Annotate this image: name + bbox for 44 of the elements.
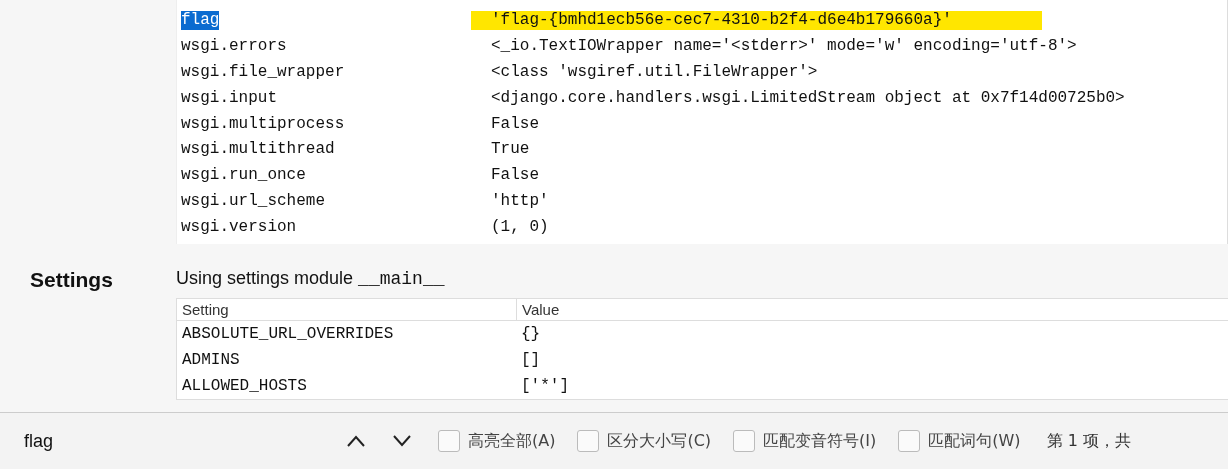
meta-key: wsgi.file_wrapper <box>181 63 345 82</box>
section-heading: Settings <box>29 268 114 294</box>
column-header: Setting <box>181 300 230 321</box>
match-count: 第 1 项，共 <box>1046 430 1131 452</box>
meta-key: wsgi.url_scheme <box>181 191 326 211</box>
chevron-down-icon <box>392 435 412 447</box>
checkbox[interactable] <box>733 430 756 452</box>
checkbox[interactable] <box>577 430 600 452</box>
meta-key: wsgi.multiprocess <box>181 114 345 134</box>
meta-key: flag <box>181 11 220 31</box>
meta-value: 'http' <box>491 191 549 211</box>
meta-value: (1, 0) <box>491 217 549 237</box>
meta-value: <_io.TextIOWrapper name='<stderr>' mode='w' encoding='utf-8'> <box>491 37 1077 57</box>
find-option[interactable]: 区分大小写(C) <box>577 430 712 452</box>
meta-value: 'flag-{bmhd1ecb56e-cec7-4310-b2f4-d6e4b179660a}' <box>471 11 1042 31</box>
meta-key: wsgi.errors <box>181 37 287 57</box>
meta-value: False <box>491 166 539 186</box>
settings-intro: Using settings module __main__ <box>176 268 446 290</box>
meta-key: wsgi.version <box>181 217 297 237</box>
setting-value: [] <box>520 351 542 370</box>
meta-value: False <box>491 114 539 134</box>
meta-value: <django.core.handlers.wsgi.LimitedStream object at 0x7f14d00725b0> <box>491 88 1125 108</box>
option-label: 匹配词句(W) <box>928 430 1021 452</box>
meta-key: wsgi.run_once <box>181 166 306 186</box>
column-header: Value <box>516 299 1228 321</box>
find-field[interactable]: flag <box>14 426 334 456</box>
chevron-up-icon <box>346 435 366 447</box>
option-label: 匹配变音符号(I) <box>763 430 877 452</box>
option-label: 区分大小写(C) <box>607 430 712 452</box>
meta-key: wsgi.input <box>181 88 277 108</box>
find-option[interactable]: 匹配变音符号(I) <box>733 430 877 452</box>
option-label: 高亮全部(A) <box>468 430 556 452</box>
setting-value: ['*'] <box>520 377 570 396</box>
checkbox[interactable] <box>438 430 460 452</box>
meta-value: True <box>491 140 530 160</box>
setting-value: {} <box>520 325 542 344</box>
meta-key: wsgi.multithread <box>181 140 335 160</box>
setting-name: ADMINS <box>181 351 241 370</box>
find-option[interactable]: 高亮全部(A) <box>438 430 556 452</box>
find-option[interactable]: 匹配词句(W) <box>898 430 1021 452</box>
setting-name: ALLOWED_HOSTS <box>181 377 308 396</box>
meta-value: <class 'wsgiref.util.FileWrapper'> <box>491 63 818 82</box>
checkbox[interactable] <box>898 430 921 452</box>
setting-name: ABSOLUTE_URL_OVERRIDES <box>181 325 395 344</box>
